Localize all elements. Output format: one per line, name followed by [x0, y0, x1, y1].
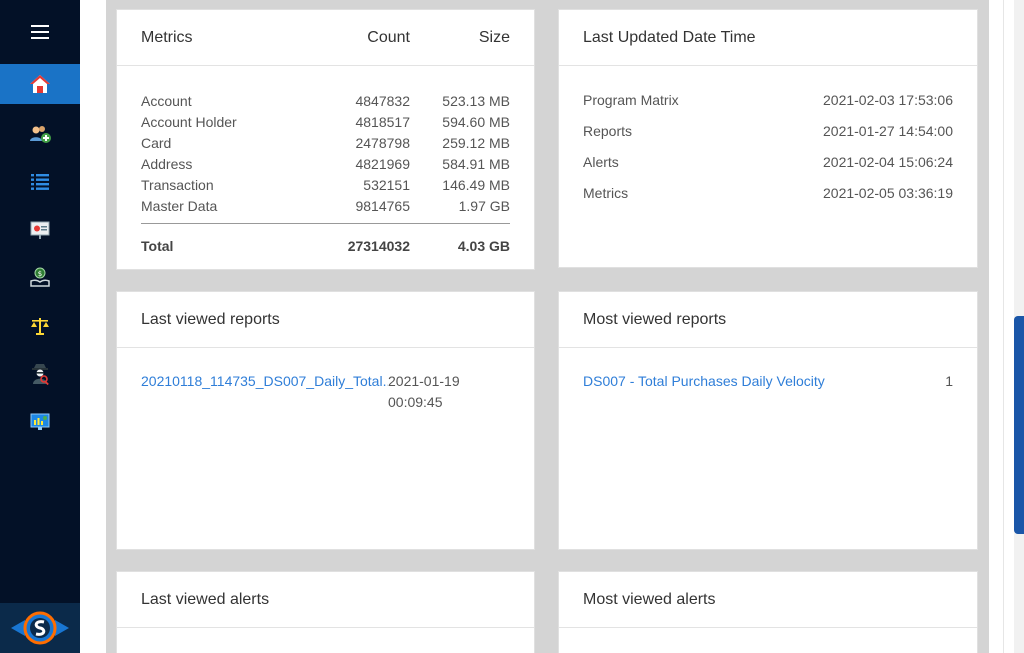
sidebar-item-list[interactable]: [0, 162, 80, 202]
last-viewed-reports-list: 20210118_114735_DS007_Daily_Total... 202…: [117, 348, 534, 413]
metrics-row: Account 4847832 523.13 MB: [141, 90, 510, 111]
metric-size: 594.60 MB: [442, 113, 510, 130]
sidebar-item-investigation[interactable]: [0, 354, 80, 394]
update-name: Program Matrix: [583, 91, 679, 108]
last-updated-card: Last Updated Date Time Program Matrix 20…: [558, 9, 978, 268]
metric-count: 9814765: [355, 197, 410, 214]
most-viewed-alerts-card: Most viewed alerts: [558, 571, 978, 653]
update-time: 2021-02-03 17:53:06: [823, 91, 953, 108]
sidebar: $: [0, 0, 80, 653]
metric-count: 2478798: [355, 134, 410, 151]
metrics-row: Card 2478798 259.12 MB: [141, 132, 510, 153]
most-viewed-alerts-title: Most viewed alerts: [559, 572, 977, 628]
metrics-card: Metrics Count Size Account 4847832 523.1…: [116, 9, 535, 270]
sidebar-item-dashboard[interactable]: [0, 402, 80, 442]
sidebar-item-users[interactable]: [0, 114, 80, 154]
logo-icon: [11, 611, 69, 645]
report-viewed-time: 2021-01-19 00:09:45: [388, 371, 460, 413]
metric-name: Address: [141, 155, 193, 172]
report-date: 2021-01-19: [388, 373, 460, 389]
update-time: 2021-01-27 14:54:00: [823, 122, 953, 139]
report-link[interactable]: 20210118_114735_DS007_Daily_Total...: [141, 371, 388, 413]
metrics-table: Account 4847832 523.13 MB Account Holder…: [117, 66, 534, 259]
count-header: Count: [367, 28, 410, 46]
sidebar-item-presentation[interactable]: [0, 210, 80, 250]
most-viewed-reports-title: Most viewed reports: [559, 292, 977, 348]
report-link[interactable]: DS007 - Total Purchases Daily Velocity: [583, 371, 825, 392]
size-header: Size: [478, 28, 510, 46]
last-updated-title: Last Updated Date Time: [559, 10, 977, 66]
update-name: Reports: [583, 122, 633, 139]
last-viewed-alerts-card: Last viewed alerts: [116, 571, 535, 653]
spy-search-icon: [32, 364, 49, 386]
last-viewed-reports-title: Last viewed reports: [117, 292, 534, 348]
scrollbar-thumb[interactable]: [1014, 316, 1024, 534]
last-viewed-reports-card: Last viewed reports 20210118_114735_DS00…: [116, 291, 535, 550]
metric-name: Account Holder: [141, 113, 237, 130]
update-row: Program Matrix 2021-02-03 17:53:06: [583, 84, 953, 115]
metric-name: Transaction: [141, 176, 214, 193]
hamburger-icon: [31, 25, 49, 39]
metrics-row: Transaction 532151 146.49 MB: [141, 174, 510, 195]
sidebar-item-finance[interactable]: $: [0, 258, 80, 298]
scales-icon: [31, 318, 49, 335]
sidebar-item-compliance[interactable]: [0, 306, 80, 346]
metric-count: 4821969: [355, 155, 410, 172]
most-viewed-reports-card: Most viewed reports DS007 - Total Purcha…: [558, 291, 978, 550]
metrics-row: Master Data 9814765 1.97 GB: [141, 195, 510, 216]
menu-toggle-button[interactable]: [0, 12, 80, 52]
update-name: Metrics: [583, 184, 629, 201]
metric-name: Master Data: [141, 197, 218, 214]
metrics-row: Account Holder 4818517 594.60 MB: [141, 111, 510, 132]
sidebar-item-home[interactable]: [0, 64, 80, 104]
app-logo: [0, 603, 80, 653]
update-row: Metrics 2021-02-05 03:36:19: [583, 177, 953, 208]
metric-name: Account: [141, 92, 192, 109]
update-row: Reports 2021-01-27 14:54:00: [583, 115, 953, 146]
content-gutter: [80, 0, 106, 653]
presentation-icon: [30, 221, 50, 239]
report-view-count: 1: [945, 373, 953, 389]
metrics-header: Metrics Count Size: [117, 10, 534, 66]
total-count: 27314032: [347, 238, 410, 254]
metric-size: 259.12 MB: [442, 134, 510, 151]
update-time: 2021-02-05 03:36:19: [823, 184, 953, 201]
list-icon: [31, 174, 49, 190]
metrics-title: Metrics: [141, 28, 193, 46]
money-hand-icon: $: [30, 267, 50, 287]
metric-size: 584.91 MB: [442, 155, 510, 172]
last-viewed-alerts-title: Last viewed alerts: [117, 572, 534, 628]
dashboard-monitor-icon: [30, 413, 50, 430]
metric-count: 532151: [363, 176, 410, 193]
total-size: 4.03 GB: [457, 238, 510, 254]
add-user-icon: [30, 126, 51, 143]
metric-size: 146.49 MB: [442, 176, 510, 193]
scrollbar-edge: [1003, 0, 1014, 653]
metric-count: 4847832: [355, 92, 410, 109]
metric-size: 1.97 GB: [458, 197, 510, 214]
most-viewed-reports-list: DS007 - Total Purchases Daily Velocity 1: [559, 348, 977, 392]
report-time: 00:09:45: [388, 394, 443, 410]
metrics-total-row: Total 27314032 4.03 GB: [141, 223, 510, 259]
update-row: Alerts 2021-02-04 15:06:24: [583, 146, 953, 177]
metrics-row: Address 4821969 584.91 MB: [141, 153, 510, 174]
metric-size: 523.13 MB: [442, 92, 510, 109]
svg-text:$: $: [38, 270, 42, 278]
metric-count: 4818517: [355, 113, 410, 130]
home-icon: [30, 75, 50, 93]
update-name: Alerts: [583, 153, 619, 170]
total-label: Total: [141, 238, 174, 254]
metric-name: Card: [141, 134, 172, 151]
update-time: 2021-02-04 15:06:24: [823, 153, 953, 170]
last-updated-list: Program Matrix 2021-02-03 17:53:06 Repor…: [559, 66, 977, 208]
